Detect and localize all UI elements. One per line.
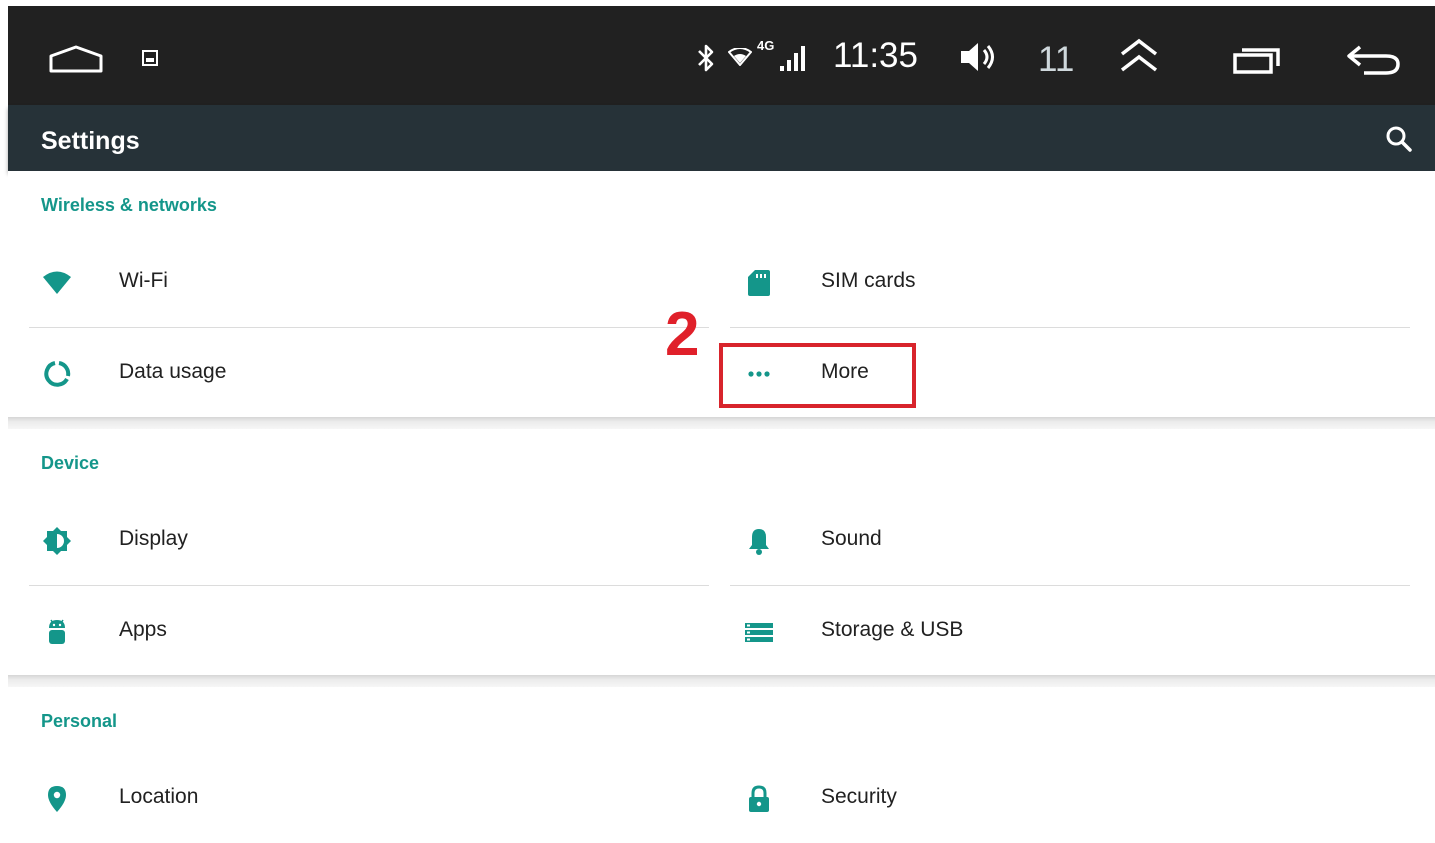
- setting-item-apps[interactable]: Apps: [28, 586, 710, 676]
- setting-item-wifi[interactable]: Wi-Fi: [28, 237, 710, 327]
- setting-item-label: Apps: [119, 618, 167, 641]
- search-icon[interactable]: [1385, 125, 1413, 153]
- section-divider: [8, 675, 1435, 687]
- setting-item-security[interactable]: Security: [730, 753, 1412, 843]
- cell-signal-icon: [780, 46, 805, 71]
- setting-item-sound[interactable]: Sound: [730, 495, 1412, 585]
- section-divider: [8, 417, 1435, 429]
- setting-item-storage-usb[interactable]: Storage & USB: [730, 586, 1412, 676]
- setting-item-label: Sound: [821, 527, 882, 550]
- step-number-annotation: 2: [665, 300, 700, 369]
- location-pin-icon: [48, 786, 66, 812]
- speaker-icon[interactable]: [958, 40, 998, 74]
- setting-item-display[interactable]: Display: [28, 495, 710, 585]
- setting-item-label: SIM cards: [821, 269, 916, 292]
- section-header: Device: [41, 453, 100, 473]
- setting-item-label: Display: [119, 527, 188, 550]
- back-icon[interactable]: [1346, 44, 1402, 76]
- setting-item-label: Security: [821, 785, 897, 808]
- sim-card-icon: [748, 270, 770, 296]
- clock: 11:35: [833, 36, 918, 75]
- network-type-label: 4G: [757, 38, 775, 53]
- highlight-box: [719, 343, 916, 408]
- section-personal: Personal Location Security: [8, 687, 1435, 840]
- image-notification-icon: [142, 50, 158, 66]
- setting-item-label: Data usage: [119, 360, 227, 383]
- storage-icon: [745, 623, 773, 642]
- wifi-icon: [43, 271, 71, 294]
- settings-list: Wireless & networks Wi-Fi SIM cards Data…: [8, 171, 1435, 840]
- setting-item-location[interactable]: Location: [28, 753, 710, 843]
- section-header: Wireless & networks: [41, 195, 217, 215]
- setting-item-label: Storage & USB: [821, 618, 964, 641]
- recent-apps-icon[interactable]: [1232, 46, 1282, 76]
- setting-item-data-usage[interactable]: Data usage: [28, 328, 710, 418]
- setting-item-sim-cards[interactable]: SIM cards: [730, 237, 1412, 327]
- lock-icon: [749, 785, 769, 812]
- brightness-icon: [43, 527, 71, 555]
- section-device: Device Display Sound Apps Storage & USB: [8, 429, 1435, 675]
- setting-item-label: Location: [119, 785, 199, 808]
- volume-level: 11: [1038, 40, 1075, 79]
- home-icon[interactable]: [48, 44, 104, 74]
- app-bar: Settings: [8, 105, 1435, 171]
- setting-item-label: Wi-Fi: [119, 269, 168, 292]
- section-header: Personal: [41, 711, 118, 731]
- status-bar: 4G 11:35 11: [8, 6, 1435, 105]
- wifi-icon: [728, 48, 752, 66]
- data-usage-icon: [44, 361, 71, 387]
- expand-up-icon[interactable]: [1118, 38, 1160, 74]
- bell-icon: [749, 529, 769, 555]
- android-icon: [49, 619, 65, 644]
- page-title: Settings: [41, 127, 140, 155]
- bluetooth-icon: [698, 44, 714, 72]
